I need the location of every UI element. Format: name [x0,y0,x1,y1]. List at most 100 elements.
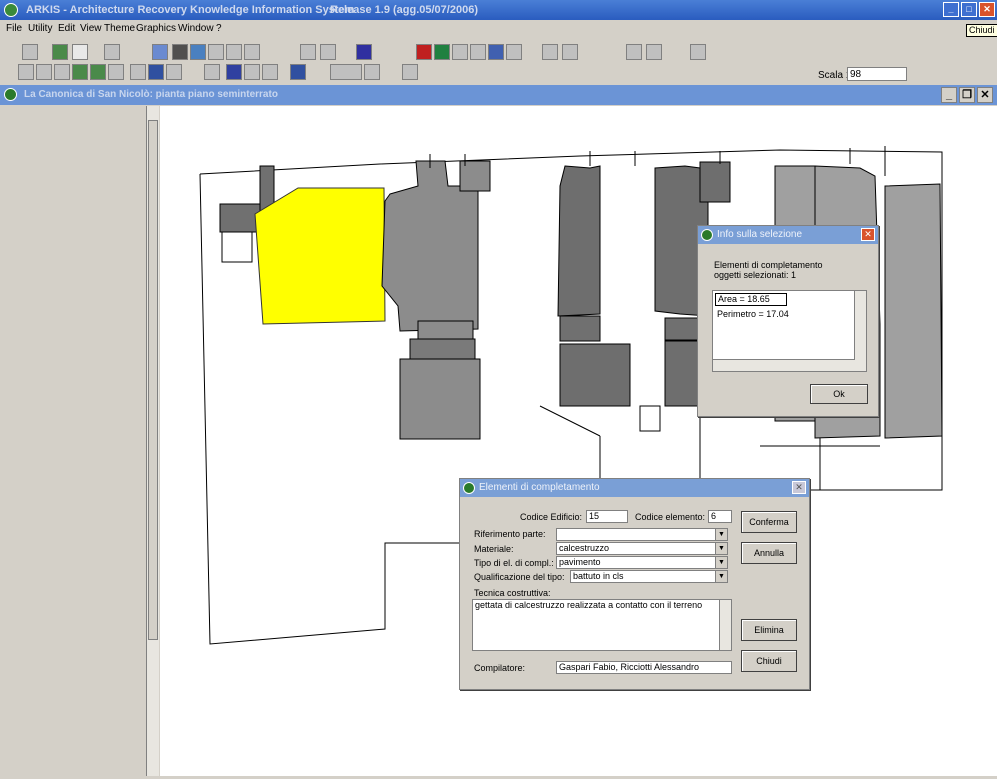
identify-icon[interactable] [130,64,146,80]
minimize-icon[interactable]: _ [943,2,959,17]
chevron-down-icon[interactable]: ▼ [715,529,727,540]
font-icon[interactable] [152,44,168,60]
chart-icon[interactable] [244,64,260,80]
info-dialog-close-icon[interactable]: ✕ [861,228,875,241]
pan-icon[interactable] [54,64,70,80]
room-dark-3[interactable] [559,343,631,407]
conferma-button[interactable]: Conferma [741,511,797,533]
room-gray-3[interactable] [399,358,481,440]
room-light-3[interactable] [884,183,943,439]
room-dark-2[interactable] [559,315,601,342]
table-view-icon[interactable] [204,64,220,80]
grid-icon[interactable] [226,44,242,60]
doc-minimize-icon[interactable]: _ [941,87,957,103]
green-layer-icon[interactable] [434,44,450,60]
annulla-button[interactable]: Annulla [741,542,797,564]
legend-scrollbar[interactable] [146,106,159,776]
pencil-icon[interactable] [166,64,182,80]
info-list-scrollbar[interactable] [854,291,866,371]
info-list[interactable]: Area = 18.65 Perimetro = 17.04 [712,290,867,372]
chevron-down-icon[interactable]: ▼ [715,571,727,582]
ok-button[interactable]: Ok [810,384,868,404]
delete-icon[interactable] [72,44,88,60]
room-dark-1[interactable] [557,165,601,317]
layout-icon[interactable] [226,64,242,80]
overview-icon[interactable] [506,44,522,60]
table-icon[interactable] [244,44,260,60]
elimina-button[interactable]: Elimina [741,619,797,641]
pointer-icon[interactable] [18,64,34,80]
codice-elemento-label: Codice elemento: [635,512,706,522]
doc-restore-icon[interactable]: ❐ [959,87,975,103]
stair-room[interactable] [221,231,253,263]
window-icon[interactable] [542,44,558,60]
map-icon[interactable] [172,44,188,60]
maximize-icon[interactable]: □ [961,2,977,17]
codice-elemento-input[interactable]: 6 [708,510,732,523]
info-area[interactable]: Area = 18.65 [715,293,787,306]
menu-file[interactable]: File [6,23,22,34]
import-icon[interactable] [52,44,68,60]
room-small-1[interactable] [219,203,261,233]
legend-scroll-thumb[interactable] [148,120,158,640]
select-icon[interactable] [36,64,52,80]
print-icon[interactable] [626,44,642,60]
draw-icon[interactable] [452,44,468,60]
tecnica-value: gettata di calcestruzzo realizzata a con… [475,600,703,610]
info-icon[interactable] [356,44,372,60]
qualificazione-select[interactable]: battuto in cls ▼ [570,570,728,583]
query-icon[interactable] [488,44,504,60]
menu-utility[interactable]: Utility [28,23,52,34]
chevron-down-icon[interactable]: ▼ [715,543,727,554]
menu-view[interactable]: View [80,23,102,34]
edit-icon[interactable] [300,44,316,60]
menu-theme[interactable]: Theme [104,23,135,34]
zoom-out-icon[interactable] [90,64,106,80]
room-dark-5[interactable] [699,161,731,203]
left-gutter [0,106,15,776]
tecnica-scrollbar[interactable] [719,600,731,650]
zoom-in-icon[interactable] [72,64,88,80]
elements-dialog-close-icon[interactable]: ✕ [792,481,806,494]
help-icon[interactable] [690,44,706,60]
save-icon[interactable] [22,44,38,60]
tipo-select[interactable]: pavimento ▼ [556,556,728,569]
corridor-1[interactable] [417,320,474,340]
compilatore-input[interactable]: Gaspari Fabio, Ricciotti Alessandro [556,661,732,674]
info-perimetro[interactable]: Perimetro = 17.04 [717,309,789,319]
red-layer-icon[interactable] [416,44,432,60]
menu-graphics[interactable]: Graphics [136,23,176,34]
measure-icon[interactable] [470,44,486,60]
panel-icon[interactable] [562,44,578,60]
menu-help[interactable]: ? [216,23,222,34]
view-selector-icon[interactable] [330,64,362,80]
search-icon[interactable] [290,64,306,80]
chiudi-button[interactable]: Chiudi [741,650,797,672]
preview-icon[interactable] [646,44,662,60]
menu-window[interactable]: Window [178,23,214,34]
info-list-hscrollbar[interactable] [713,359,855,371]
layer-icon[interactable] [208,44,224,60]
stair-2[interactable] [639,405,661,432]
dropdown-icon[interactable] [364,64,380,80]
menu-bar: File Utility Edit View Theme Graphics Wi… [0,20,997,38]
close-icon[interactable]: ✕ [979,2,995,17]
tecnica-textarea[interactable]: gettata di calcestruzzo realizzata a con… [472,599,732,651]
codice-edificio-input[interactable]: 15 [586,510,628,523]
selected-element[interactable] [254,187,386,325]
refresh-icon[interactable] [402,64,418,80]
room-gray-2[interactable] [409,338,476,360]
doc-close-icon[interactable]: ✕ [977,87,993,103]
info-tool-icon[interactable] [148,64,164,80]
menu-edit[interactable]: Edit [58,23,75,34]
riferimento-select[interactable]: ▼ [556,528,728,541]
cut-icon[interactable] [320,44,336,60]
materiale-select[interactable]: calcestruzzo ▼ [556,542,728,555]
scale-input[interactable]: 98 [847,67,907,81]
copy-icon[interactable] [104,44,120,60]
chevron-down-icon[interactable]: ▼ [715,557,727,568]
zoom-extent-icon[interactable] [108,64,124,80]
globe-icon[interactable] [190,44,206,60]
qualificazione-value: battuto in cls [573,571,624,581]
tile-icon[interactable] [262,64,278,80]
